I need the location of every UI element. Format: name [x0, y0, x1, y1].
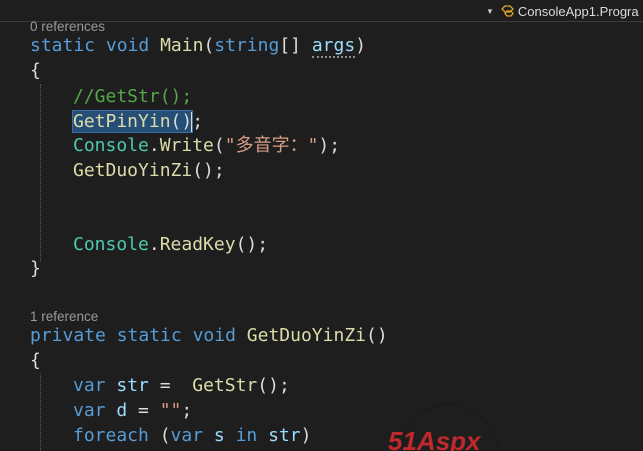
- code-line-main-signature: static void Main(string[] args): [30, 33, 366, 58]
- code-line-foreach: foreach (var s in str): [73, 423, 311, 448]
- class-icon: [501, 5, 514, 17]
- navigation-dropdown-label: ConsoleApp1.Progra: [517, 3, 639, 19]
- variable-name: str: [116, 375, 149, 396]
- method-name: Main: [160, 35, 204, 56]
- punctuation: ();: [192, 160, 225, 181]
- keyword: var: [73, 400, 106, 421]
- keyword: var: [73, 375, 106, 396]
- punctuation: (: [203, 35, 215, 56]
- type-name: Console: [73, 135, 149, 156]
- variable-name: str: [268, 425, 301, 446]
- punctuation: =: [127, 400, 160, 421]
- indent-guide-main: [40, 84, 41, 262]
- punctuation: (): [366, 325, 388, 346]
- keyword: foreach: [73, 425, 149, 446]
- watermark-text: 51Aspx: [388, 426, 482, 451]
- code-line-brace-open-2: {: [30, 350, 41, 371]
- method-name: Write: [159, 135, 214, 156]
- string-literal: "多音字：": [224, 135, 319, 156]
- chevron-down-icon[interactable]: ▼: [486, 7, 494, 16]
- code-line-var-str: var str = GetStr();: [73, 373, 290, 398]
- keyword: void: [105, 35, 150, 56]
- punctuation: (: [213, 135, 225, 156]
- punctuation: ();: [235, 234, 269, 255]
- type-keyword: string: [214, 35, 280, 56]
- method-name: GetDuoYinZi: [73, 160, 193, 181]
- punctuation: .: [148, 135, 160, 156]
- parameter-name: args: [311, 35, 356, 58]
- keyword: static: [30, 35, 96, 56]
- punctuation: []: [279, 35, 312, 56]
- keyword: void: [192, 325, 236, 346]
- method-name: GetDuoYinZi: [246, 325, 366, 346]
- string-literal: "": [159, 400, 182, 421]
- code-line-var-d: var d = "";: [73, 398, 192, 423]
- punctuation: ();: [257, 375, 290, 396]
- type-name: Console: [73, 234, 149, 255]
- punctuation: =: [148, 375, 193, 396]
- variable-name: s: [213, 425, 225, 446]
- code-line-comment: //GetStr();: [73, 86, 193, 107]
- punctuation: .: [148, 234, 160, 255]
- punctuation: ): [300, 425, 312, 446]
- punctuation: ;: [192, 111, 204, 132]
- punctuation: ;: [181, 400, 193, 421]
- code-line-console-write: Console.Write("多音字：");: [73, 133, 340, 158]
- code-line-brace-open: {: [30, 60, 41, 81]
- code-line-getduoyinzi-call: GetDuoYinZi();: [73, 158, 225, 183]
- variable-name: d: [116, 400, 128, 421]
- method-name: GetStr: [192, 375, 258, 396]
- navigation-dropdown[interactable]: ▼ ConsoleApp1.Progra: [486, 2, 643, 20]
- method-name: GetPinYin: [73, 111, 171, 132]
- punctuation: );: [318, 135, 341, 156]
- keyword: var: [170, 425, 204, 446]
- punctuation: (: [148, 425, 171, 446]
- code-line-getduoyinzi-signature: private static void GetDuoYinZi(): [30, 323, 388, 348]
- keyword: static: [116, 325, 182, 346]
- keyword: private: [30, 325, 106, 346]
- indent-guide-getduoyinzi: [40, 374, 41, 451]
- code-line-brace-close: }: [30, 258, 41, 279]
- watermark-logo: 51Aspx: [388, 403, 499, 451]
- keyword: in: [235, 425, 258, 446]
- code-line-getpinyin[interactable]: GetPinYin();: [71, 109, 204, 134]
- punctuation: ): [355, 35, 367, 56]
- punctuation: (): [170, 111, 193, 132]
- method-name: ReadKey: [159, 234, 236, 255]
- code-line-readkey: Console.ReadKey();: [73, 232, 268, 257]
- selected-text: GetPinYin(): [71, 110, 194, 133]
